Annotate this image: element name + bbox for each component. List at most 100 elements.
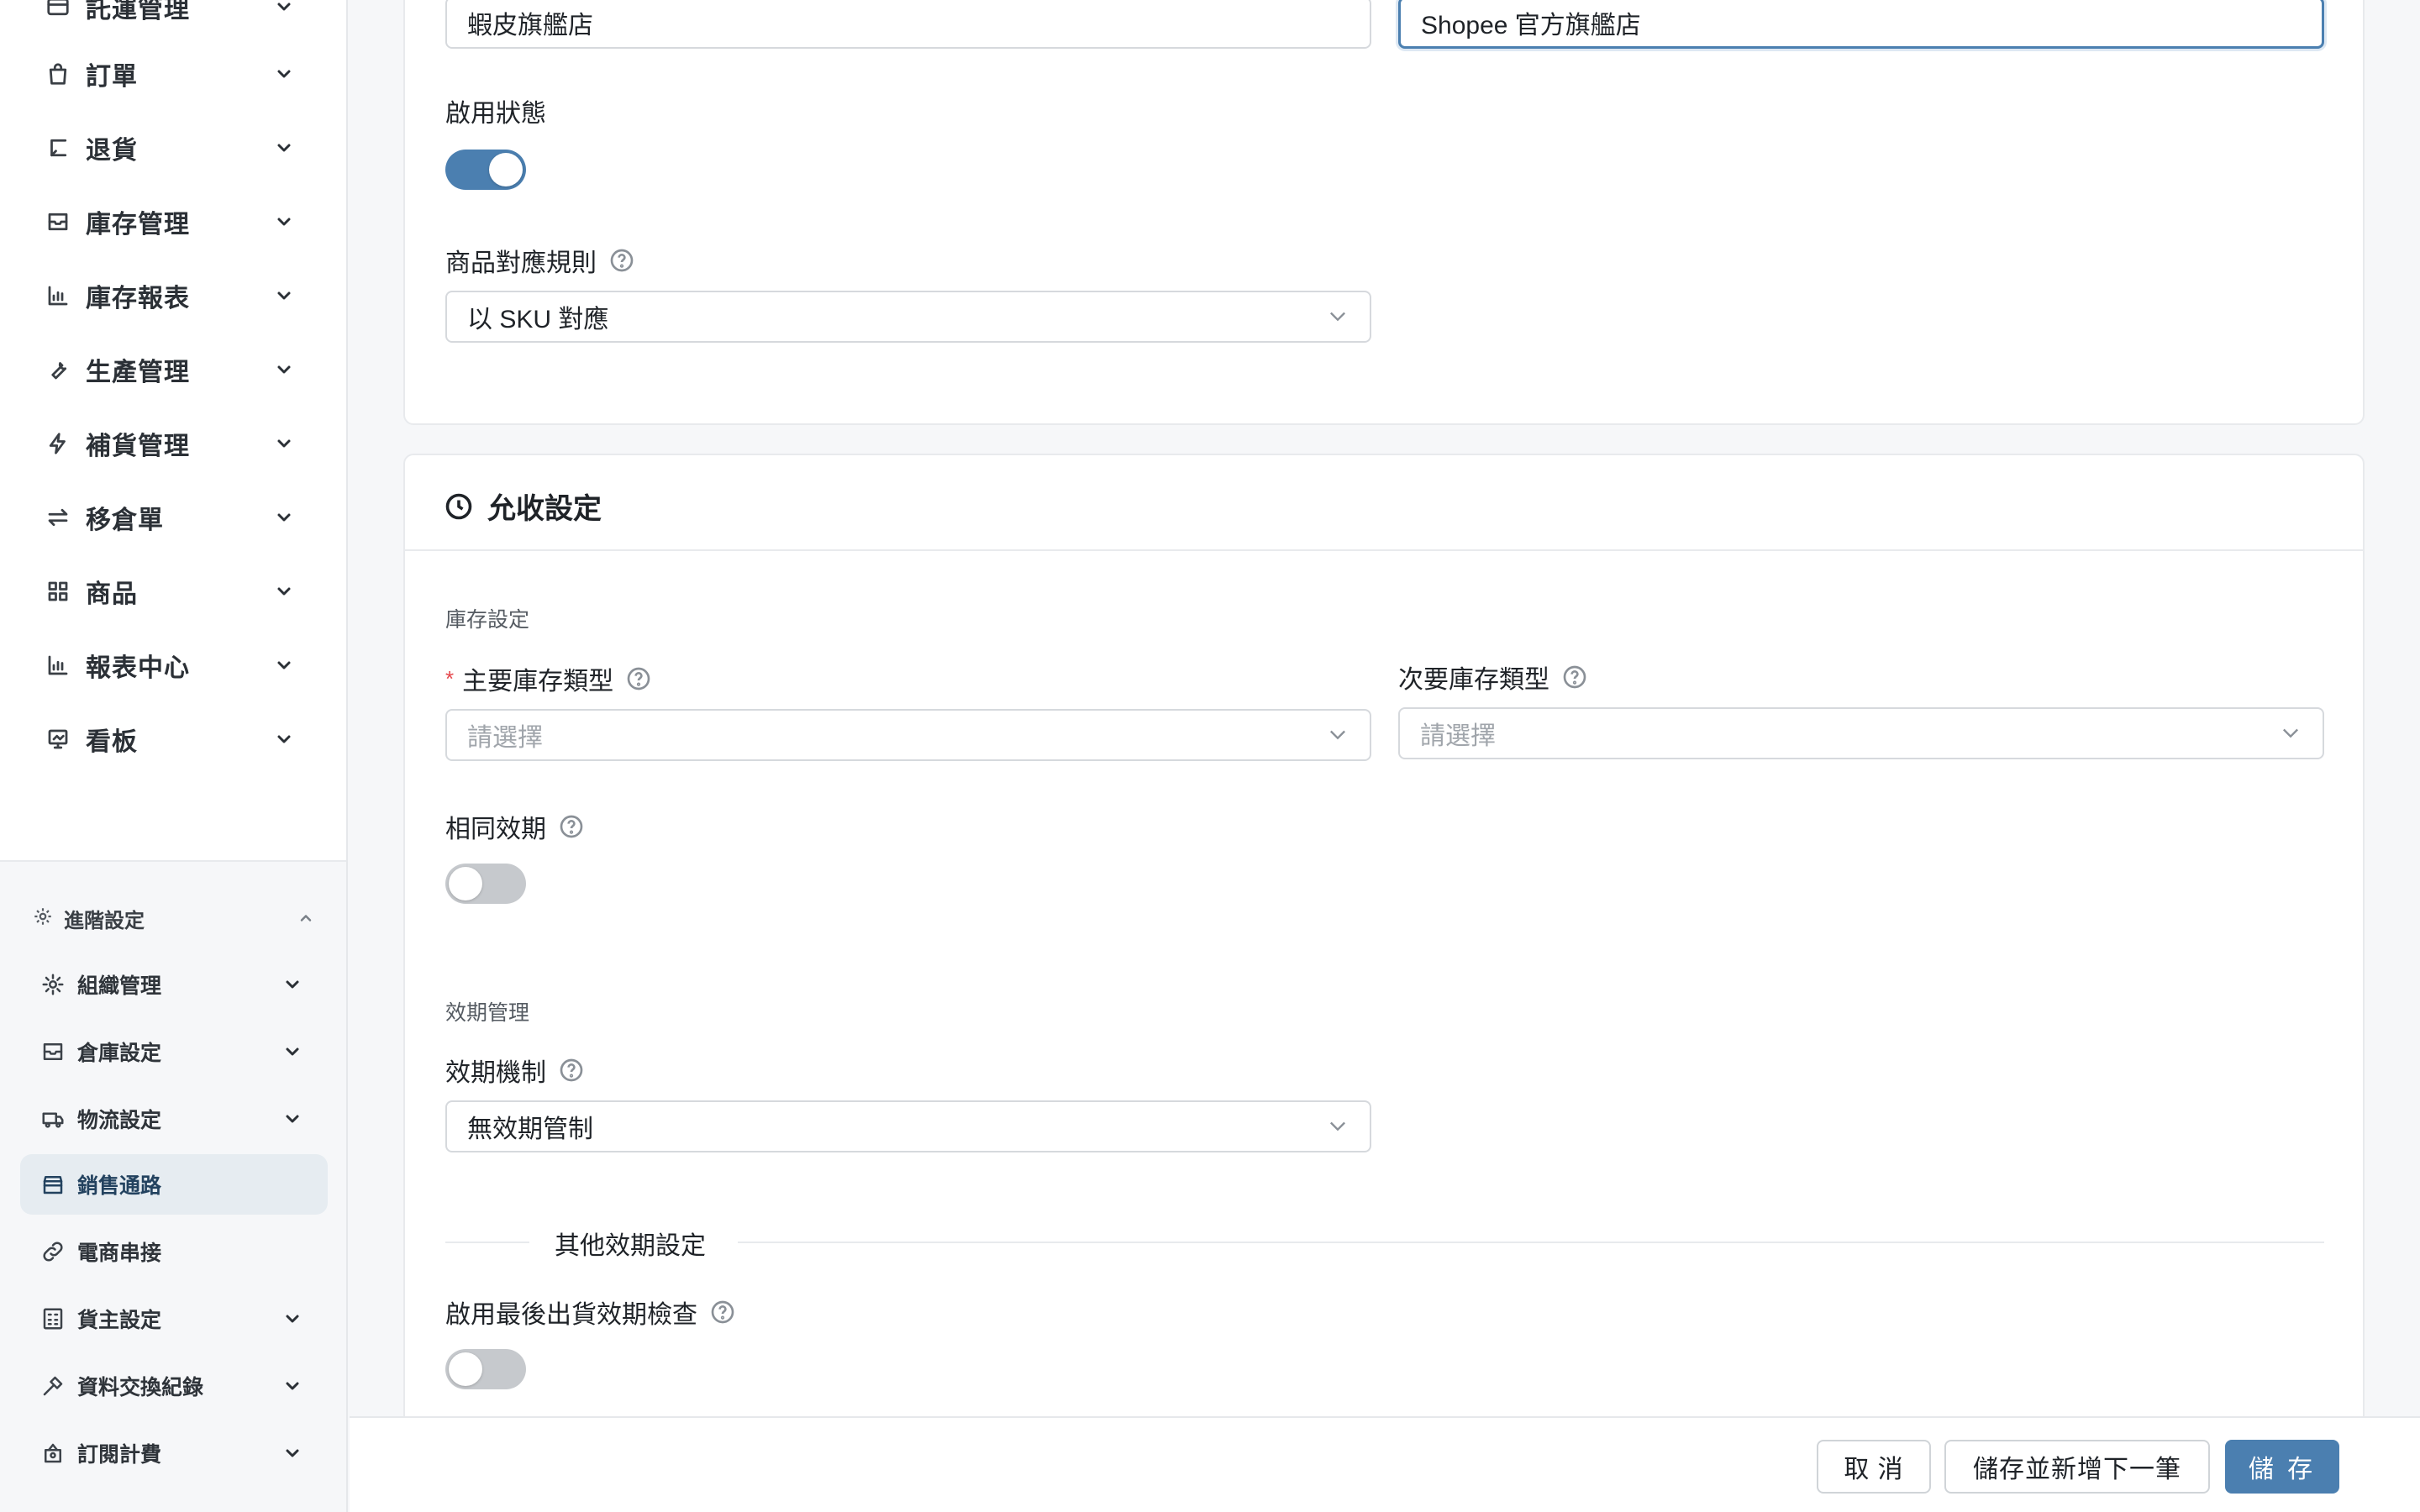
help-icon[interactable] bbox=[1561, 664, 1588, 690]
sidebar-item-orders[interactable]: 訂單 bbox=[44, 49, 296, 99]
chevron-down-icon bbox=[272, 284, 296, 307]
sidebar-item-inventory-report[interactable]: 庫存報表 bbox=[44, 270, 296, 321]
other-expiry-settings-divider: 其他效期設定 bbox=[555, 1225, 706, 1262]
link-icon bbox=[39, 1237, 67, 1266]
sidebar-item-label: 移倉單 bbox=[86, 507, 164, 534]
help-icon[interactable] bbox=[625, 665, 652, 692]
dashboard-icon bbox=[44, 725, 72, 753]
chevron-down-icon bbox=[1326, 722, 1351, 748]
chevron-down-icon bbox=[272, 432, 296, 455]
sidebar-item-label: 訂閱計費 bbox=[77, 1443, 162, 1467]
sidebar-item-replenishment[interactable]: 補貨管理 bbox=[44, 418, 296, 469]
chevron-down-icon bbox=[1326, 304, 1351, 329]
sidebar-item-products[interactable]: 商品 bbox=[44, 566, 296, 617]
sidebar-item-label: 倉庫設定 bbox=[77, 1042, 162, 1065]
same-expiry-toggle[interactable] bbox=[445, 864, 526, 904]
channel-basic-card bbox=[403, 0, 2365, 425]
secondary-stock-type-select[interactable]: 請選擇 bbox=[1398, 707, 2324, 759]
sidebar-item-production[interactable]: 生產管理 bbox=[44, 344, 296, 395]
chevron-down-icon bbox=[272, 210, 296, 234]
sidebar-item-warehouse[interactable]: 倉庫設定 bbox=[39, 1028, 304, 1075]
other-expiry-settings-text: 其他效期設定 bbox=[555, 1232, 706, 1260]
sidebar-item-organization[interactable]: 組織管理 bbox=[39, 961, 304, 1008]
expiry-management-group-label: 效期管理 bbox=[445, 1001, 530, 1025]
sidebar-item-label: 庫存管理 bbox=[86, 211, 190, 239]
chevron-down-icon bbox=[272, 506, 296, 529]
sidebar-item-logistics[interactable]: 物流設定 bbox=[39, 1095, 304, 1142]
sidebar-item-subscription[interactable]: 訂閱計費 bbox=[39, 1430, 304, 1477]
product-mapping-text: 商品對應規則 bbox=[445, 249, 597, 277]
sidebar-item-label: 電商串接 bbox=[77, 1242, 162, 1265]
sidebar-item-inventory[interactable]: 庫存管理 bbox=[44, 197, 296, 247]
required-mark: * bbox=[445, 665, 455, 691]
toggle-knob bbox=[449, 1352, 482, 1386]
bar-chart-icon bbox=[44, 281, 72, 310]
gear-icon bbox=[39, 970, 67, 999]
primary-stock-type-select[interactable]: 請選擇 bbox=[445, 709, 1371, 761]
channel-display-name-input[interactable]: Shopee 官方旗艦店 bbox=[1398, 0, 2324, 49]
chevron-down-icon bbox=[272, 580, 296, 603]
cancel-button[interactable]: 取 消 bbox=[1817, 1440, 1931, 1494]
toggle-knob bbox=[489, 153, 523, 186]
chevron-down-icon bbox=[281, 1107, 304, 1131]
divider-right bbox=[738, 1242, 2324, 1243]
chevron-down-icon bbox=[1326, 1114, 1351, 1139]
sidebar-item-report-center[interactable]: 報表中心 bbox=[44, 640, 296, 690]
plug-icon bbox=[39, 1372, 67, 1400]
sidebar-item-label: 庫存報表 bbox=[86, 285, 190, 312]
sidebar-item-owner-settings[interactable]: 貨主設定 bbox=[39, 1295, 304, 1342]
receiving-settings-heading: 允收設定 bbox=[444, 486, 602, 527]
help-icon[interactable] bbox=[608, 247, 635, 274]
sidebar-item-label: 商品 bbox=[86, 580, 138, 608]
subscription-icon bbox=[39, 1439, 67, 1467]
product-mapping-value: 以 SKU 對應 bbox=[467, 306, 609, 333]
sidebar-item-sales-channels[interactable]: 銷售通路 bbox=[39, 1161, 304, 1208]
chevron-down-icon bbox=[281, 1441, 304, 1465]
help-icon[interactable] bbox=[709, 1299, 736, 1326]
help-icon[interactable] bbox=[558, 813, 585, 840]
chevron-down-icon bbox=[272, 654, 296, 677]
expiry-mechanism-select[interactable]: 無效期管制 bbox=[445, 1100, 1371, 1152]
store-icon bbox=[39, 1170, 67, 1199]
gear-icon bbox=[32, 906, 54, 932]
sidebar-item-label: 補貨管理 bbox=[86, 433, 190, 460]
sidebar-item-shipment[interactable]: 託運管理 bbox=[44, 0, 296, 32]
sidebar-item-label: 銷售通路 bbox=[77, 1174, 162, 1198]
stock-settings-group-label: 庫存設定 bbox=[445, 608, 530, 632]
sidebar-item-label: 貨主設定 bbox=[77, 1309, 162, 1332]
expiry-mechanism-label: 效期機制 bbox=[445, 1052, 585, 1089]
sidebar-item-returns[interactable]: 退貨 bbox=[44, 123, 296, 173]
chevron-down-icon bbox=[272, 727, 296, 751]
enable-status-toggle[interactable] bbox=[445, 150, 526, 190]
toggle-knob bbox=[449, 867, 482, 900]
save-button[interactable]: 儲 存 bbox=[2225, 1440, 2339, 1494]
last-ship-expiry-check-label: 啟用最後出貨效期檢查 bbox=[445, 1294, 736, 1331]
product-mapping-select[interactable]: 以 SKU 對應 bbox=[445, 291, 1371, 343]
advanced-settings-toggle[interactable]: 進階設定 bbox=[32, 899, 318, 937]
clock-icon bbox=[445, 493, 472, 519]
help-icon[interactable] bbox=[558, 1057, 585, 1084]
chevron-up-icon bbox=[294, 906, 318, 930]
chevron-down-icon bbox=[281, 973, 304, 996]
sidebar-item-transfer[interactable]: 移倉單 bbox=[44, 492, 296, 543]
chevron-down-icon bbox=[272, 358, 296, 381]
expiry-mechanism-text: 效期機制 bbox=[445, 1059, 546, 1087]
sidebar-item-dashboard[interactable]: 看板 bbox=[44, 714, 296, 764]
sidebar: 託運管理 訂單 退貨 庫存管理 庫存報表 生產管理 補貨管理 移倉單 商品 報表… bbox=[0, 0, 348, 1512]
receiving-settings-title: 允收設定 bbox=[487, 493, 602, 525]
sidebar-item-data-exchange-log[interactable]: 資料交換紀錄 bbox=[39, 1362, 304, 1410]
chevron-down-icon bbox=[281, 1040, 304, 1063]
channel-name-input[interactable]: 蝦皮旗艦店 bbox=[445, 0, 1371, 49]
inbox-icon bbox=[44, 207, 72, 236]
sidebar-item-ecommerce-integration[interactable]: 電商串接 bbox=[39, 1228, 304, 1275]
section-divider bbox=[405, 549, 2363, 551]
sidebar-item-label: 託運管理 bbox=[86, 0, 190, 24]
last-ship-expiry-check-toggle[interactable] bbox=[445, 1349, 526, 1389]
same-expiry-text: 相同效期 bbox=[445, 816, 546, 843]
secondary-stock-type-placeholder: 請選擇 bbox=[1420, 722, 1496, 750]
sidebar-item-label: 報表中心 bbox=[86, 654, 190, 682]
form-footer: 取 消 儲存並新增下一筆 儲 存 bbox=[350, 1416, 2420, 1512]
sidebar-item-label: 物流設定 bbox=[77, 1109, 162, 1132]
sidebar-item-label: 退貨 bbox=[86, 137, 138, 165]
save-and-new-button[interactable]: 儲存並新增下一筆 bbox=[1944, 1440, 2210, 1494]
